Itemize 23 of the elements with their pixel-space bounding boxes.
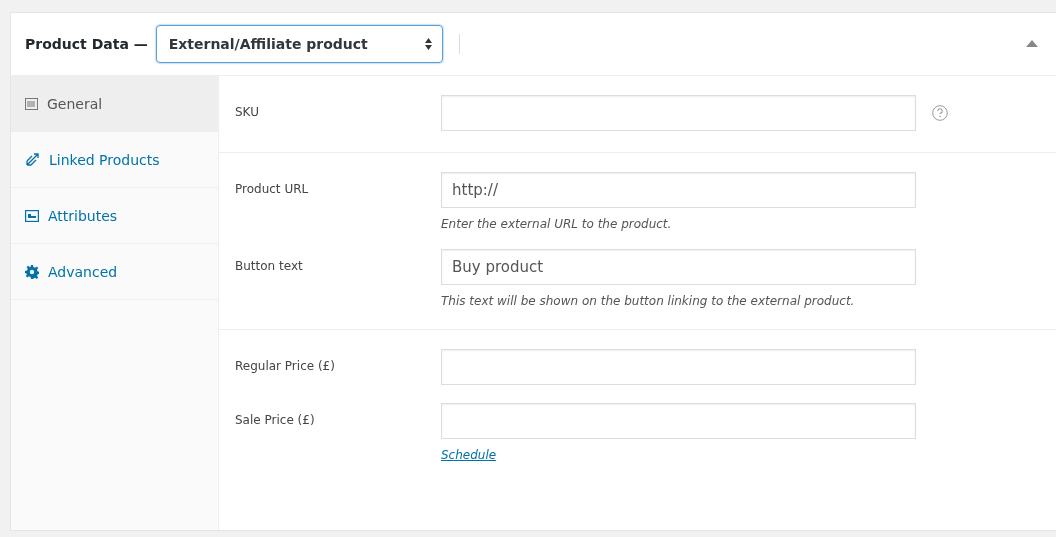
field-label: Regular Price (£) <box>235 358 336 375</box>
window-icon <box>25 209 39 222</box>
up-down-arrows-icon <box>424 38 432 50</box>
list-icon <box>25 97 38 110</box>
input-field[interactable]: Buy product <box>441 249 916 285</box>
input-field[interactable]: http:// <box>441 172 916 208</box>
gear-icon <box>25 264 39 279</box>
input-field[interactable] <box>441 349 916 385</box>
field-description: This text will be shown on the button linking to the external product. <box>441 294 856 308</box>
product-type-select[interactable]: External/Affiliate product <box>155 25 443 63</box>
panel-title: Product Data — <box>25 36 148 52</box>
field-label: SKU <box>235 104 260 121</box>
input-field[interactable] <box>441 95 916 131</box>
input-field[interactable] <box>441 403 916 439</box>
field-description: Enter the external URL to the product. <box>441 217 673 231</box>
schedule-link[interactable]: Schedule <box>441 448 497 462</box>
field-label: Product URL <box>235 181 310 198</box>
up-triangle-icon <box>1026 39 1038 49</box>
field-label: Button text <box>235 258 304 275</box>
collapse-toggle[interactable] <box>1026 39 1038 49</box>
help-icon[interactable] <box>932 105 948 121</box>
field-label: Sale Price (£) <box>235 412 316 429</box>
sidebar-tab[interactable]: General <box>11 76 218 132</box>
